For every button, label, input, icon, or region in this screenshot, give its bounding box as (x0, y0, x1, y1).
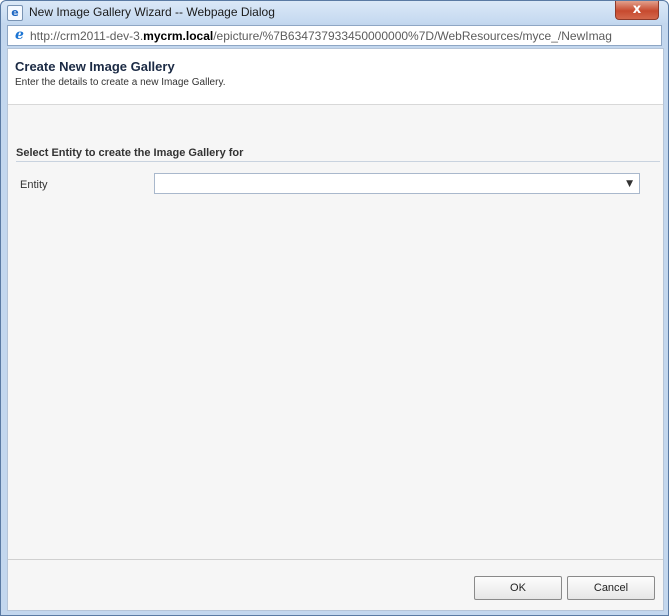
page-title: Create New Image Gallery (15, 59, 175, 74)
url-domain: mycrm.local (143, 29, 214, 43)
section-title: Select Entity to create the Image Galler… (16, 147, 244, 159)
url-suffix: /epicture/%7B634737933450000000%7D/WebRe… (213, 29, 612, 43)
page-subtitle: Enter the details to create a new Image … (15, 77, 226, 88)
cancel-button[interactable]: Cancel (567, 576, 655, 600)
url-text: http://crm2011-dev-3.mycrm.local/epictur… (30, 29, 660, 43)
title-bar[interactable]: e New Image Gallery Wizard -- Webpage Di… (1, 1, 668, 23)
entity-select[interactable]: ▼ (154, 173, 640, 194)
ie-page-icon: e (7, 5, 23, 21)
section-divider (16, 161, 660, 162)
address-bar[interactable]: e http://crm2011-dev-3.mycrm.local/epict… (7, 25, 662, 46)
ok-button[interactable]: OK (474, 576, 562, 600)
dialog-content: Create New Image Gallery Enter the detai… (7, 48, 664, 611)
wizard-header: Create New Image Gallery Enter the detai… (8, 49, 663, 105)
close-button[interactable]: x (615, 1, 659, 20)
chevron-down-icon: ▼ (626, 179, 633, 189)
window-title: New Image Gallery Wizard -- Webpage Dial… (29, 5, 275, 19)
dialog-footer: OK Cancel (8, 559, 663, 610)
entity-label: Entity (20, 179, 48, 191)
url-prefix: http://crm2011-dev-3. (30, 29, 144, 43)
dialog-window: e New Image Gallery Wizard -- Webpage Di… (0, 0, 669, 616)
ie-logo-icon: e (15, 27, 24, 43)
